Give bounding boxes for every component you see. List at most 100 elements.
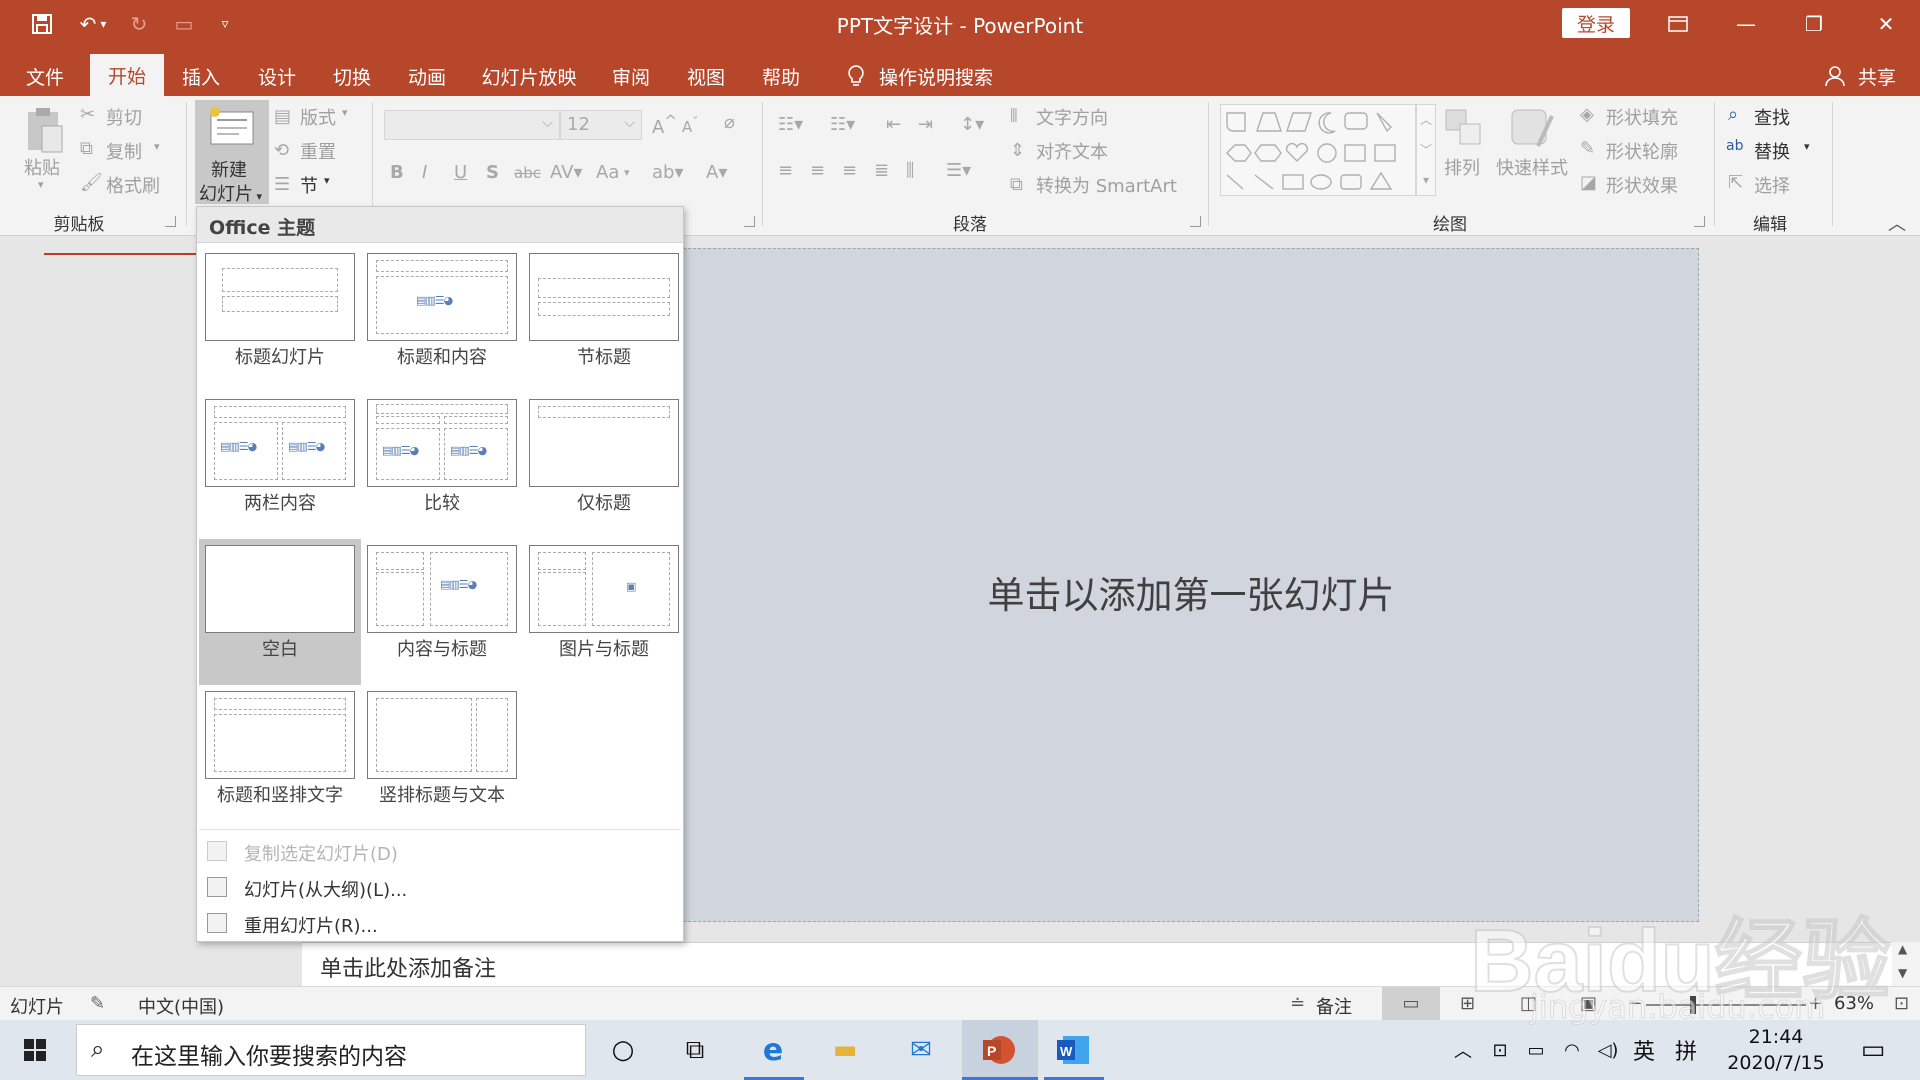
tab-slideshow[interactable]: 幻灯片放映 — [470, 56, 588, 96]
find-button[interactable]: 查找 — [1754, 104, 1790, 130]
shadow-icon[interactable]: S — [486, 162, 499, 183]
align-center-icon[interactable]: ≡ — [810, 160, 825, 181]
shapes-gallery-scroll[interactable]: ︿ ﹀ ▾ — [1416, 104, 1436, 196]
duplicate-slide-item[interactable]: 复制选定幻灯片(D) — [197, 835, 683, 869]
new-slide-button[interactable]: 新建 幻灯片 ▾ — [195, 100, 269, 205]
shape-effects-icon[interactable]: ◪ — [1580, 172, 1597, 193]
format-painter-button[interactable]: 格式刷 — [106, 172, 160, 198]
replace-icon[interactable]: ab — [1726, 138, 1743, 154]
text-direction-icon[interactable]: ⫴ — [1010, 106, 1018, 127]
distribute-icon[interactable]: ⫼ — [906, 160, 914, 181]
tell-me-search[interactable]: 操作说明搜索 — [876, 56, 996, 96]
cut-button[interactable]: 剪切 — [106, 104, 142, 130]
notes-toggle[interactable]: 备注 — [1316, 993, 1352, 1019]
close-icon[interactable]: ✕ — [1852, 0, 1920, 48]
layout-comparison[interactable]: ▤▥☰◕ ▤▥☰◕ 比较 — [361, 393, 523, 539]
layout-section-header[interactable]: 节标题 — [523, 247, 685, 393]
underline-icon[interactable]: U — [454, 162, 467, 183]
file-explorer-icon[interactable]: ▬ — [818, 1028, 872, 1072]
present-icon[interactable]: ▭ — [164, 10, 204, 38]
taskbar-search-box[interactable]: ⌕ 在这里输入你要搜索的内容 — [76, 1024, 586, 1076]
powerpoint-icon[interactable]: P — [972, 1028, 1026, 1072]
share-button[interactable]: 共享 — [1852, 56, 1902, 96]
tab-home[interactable]: 开始 — [90, 54, 164, 96]
shape-outline-icon[interactable]: ✎ — [1580, 138, 1595, 159]
customize-icon[interactable]: ▿ — [210, 10, 240, 38]
select-icon[interactable]: ⇱ — [1728, 172, 1743, 193]
tab-review[interactable]: 审阅 — [594, 56, 668, 96]
layout-blank[interactable]: 空白 — [199, 539, 361, 685]
align-text-button[interactable]: 对齐文本 — [1036, 138, 1108, 164]
char-spacing-icon[interactable]: AV▾ — [550, 162, 583, 183]
slides-from-outline-item[interactable]: 幻灯片(从大纲)(L)... — [197, 871, 683, 905]
highlight-icon[interactable]: ab▾ — [652, 162, 684, 183]
layout-title-content[interactable]: ▤▥☰◕ 标题和内容 — [361, 247, 523, 393]
reuse-slides-item[interactable]: 重用幻灯片(R)... — [197, 907, 683, 941]
text-direction-button[interactable]: 文字方向 — [1036, 104, 1108, 130]
clear-format-icon[interactable]: ⌀ — [724, 112, 735, 133]
slide-canvas[interactable]: 单击以添加第一张幻灯片 — [683, 248, 1699, 922]
font-color-icon[interactable]: A▾ — [706, 162, 727, 183]
smartart-icon[interactable]: ⧉ — [1010, 174, 1023, 195]
login-button[interactable]: 登录 — [1562, 8, 1630, 38]
collapse-ribbon-icon[interactable]: ︿ — [1888, 210, 1906, 236]
copy-button[interactable]: 复制 — [106, 138, 142, 164]
section-icon[interactable]: ☰ — [274, 174, 290, 195]
paragraph-launcher-icon[interactable] — [1190, 216, 1201, 227]
increase-indent-icon[interactable]: ⇥ — [918, 114, 933, 135]
slide-placeholder[interactable]: 单击以添加第一张幻灯片 — [684, 565, 1698, 619]
shape-outline-button[interactable]: 形状轮廓 — [1606, 138, 1678, 164]
layout-icon[interactable]: ▤ — [274, 106, 291, 127]
action-center-icon[interactable]: ▭ — [1846, 1028, 1900, 1072]
task-view-icon[interactable]: ⧉ — [668, 1028, 722, 1072]
quick-styles-button[interactable]: 快速样式 — [1496, 154, 1568, 180]
select-button[interactable]: 选择 — [1754, 172, 1790, 198]
ribbon-display-icon[interactable] — [1644, 0, 1712, 48]
clock-date[interactable]: 2020/7/15 — [1716, 1052, 1836, 1074]
volume-icon[interactable]: ◁) — [1594, 1028, 1622, 1072]
paste-icon[interactable] — [24, 104, 64, 161]
shrink-font-icon[interactable]: Aˇ — [682, 114, 699, 136]
replace-button[interactable]: 替换 — [1754, 138, 1790, 164]
line-spacing-icon[interactable]: ↕▾ — [960, 114, 984, 135]
undo-icon[interactable]: ↶ ▾ — [68, 10, 118, 38]
windows-start-icon[interactable] — [8, 1028, 62, 1072]
bullets-icon[interactable]: ☷▾ — [778, 114, 803, 135]
font-size-box[interactable]: 12 ⌵ — [560, 110, 642, 140]
layout-content-caption[interactable]: ▤▥☰◕ 内容与标题 — [361, 539, 523, 685]
quick-styles-icon[interactable] — [1508, 106, 1556, 157]
shape-effects-button[interactable]: 形状效果 — [1606, 172, 1678, 198]
section-button[interactable]: 节 — [300, 172, 318, 198]
shapes-gallery[interactable] — [1220, 104, 1416, 196]
arrange-icon[interactable] — [1442, 106, 1486, 155]
copy-icon[interactable]: ⧉ — [80, 138, 93, 159]
word-icon[interactable]: W — [1046, 1028, 1100, 1072]
tab-help[interactable]: 帮助 — [744, 56, 818, 96]
tab-design[interactable]: 设计 — [240, 56, 314, 96]
tab-file[interactable]: 文件 — [0, 56, 90, 96]
reset-icon[interactable]: ⟲ — [274, 140, 289, 161]
mail-icon[interactable]: ✉ — [894, 1028, 948, 1072]
align-text-icon[interactable]: ⇕ — [1010, 140, 1025, 161]
layout-title-vertical-text[interactable]: 标题和竖排文字 — [199, 685, 361, 831]
numbering-icon[interactable]: ☷▾ — [830, 114, 855, 135]
lightbulb-icon[interactable] — [836, 56, 876, 96]
shape-fill-icon[interactable]: ◈ — [1580, 104, 1594, 125]
reset-button[interactable]: 重置 — [300, 138, 336, 164]
redo-icon[interactable]: ↻ — [122, 10, 156, 38]
language-indicator[interactable]: 中文(中国) — [138, 993, 224, 1019]
ime-language[interactable]: 英 — [1628, 1028, 1660, 1072]
layout-title-slide[interactable]: 标题幻灯片 — [199, 247, 361, 393]
tab-view[interactable]: 视图 — [670, 56, 742, 96]
user-icon[interactable] — [1818, 56, 1852, 96]
network-status-icon[interactable]: ⊡ — [1486, 1028, 1514, 1072]
font-name-box[interactable]: ⌵ — [384, 110, 560, 140]
shape-fill-button[interactable]: 形状填充 — [1606, 104, 1678, 130]
battery-icon[interactable]: ▭ — [1522, 1028, 1550, 1072]
cortana-icon[interactable]: ○ — [596, 1028, 650, 1072]
format-painter-icon[interactable]: 🖌 — [80, 172, 103, 193]
strikethrough-icon[interactable]: abc — [514, 164, 541, 182]
edge-icon[interactable]: e — [746, 1028, 800, 1072]
justify-icon[interactable]: ≣ — [874, 160, 889, 181]
convert-smartart-button[interactable]: 转换为 SmartArt — [1036, 172, 1177, 198]
